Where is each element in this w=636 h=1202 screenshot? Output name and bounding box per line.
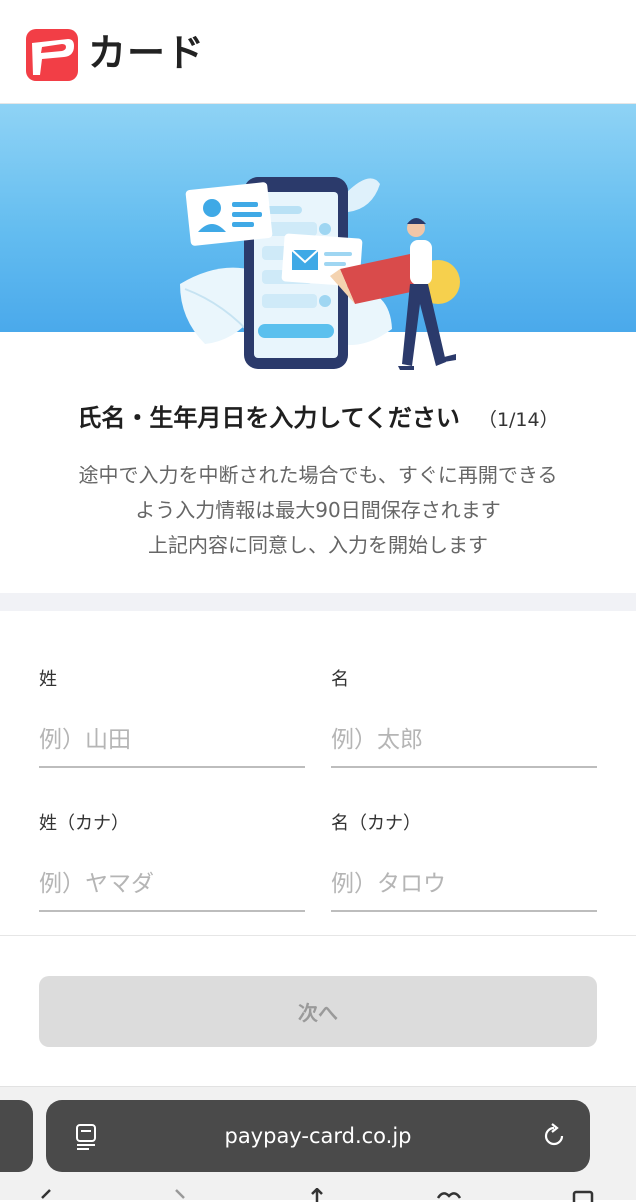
last-name-kana-label: 姓（カナ） (39, 813, 129, 834)
first-name-kana-label: 名（カナ） (331, 813, 421, 834)
url-text: paypay-card.co.jp (224, 1124, 412, 1148)
description-line: 途中で入力を中断された場合でも、すぐに再開できる (78, 463, 558, 487)
first-name-label: 名 (331, 669, 349, 690)
paypay-p-icon (32, 39, 74, 75)
description-line: よう入力情報は最大90日間保存されます (135, 498, 501, 522)
last-name-label: 姓 (39, 669, 57, 690)
form-divider (0, 935, 636, 936)
registration-illustration (180, 177, 460, 370)
paypay-logo-mark[interactable] (26, 29, 78, 81)
last-name-kana-input[interactable] (39, 866, 305, 912)
last-name-input[interactable] (39, 722, 305, 768)
reload-icon[interactable] (540, 1122, 568, 1150)
description-line: 上記内容に同意し、入力を開始します (148, 533, 488, 557)
logo-text: カード (88, 31, 206, 75)
hero-illustration (0, 104, 636, 374)
phone-button (258, 324, 334, 338)
section-divider (0, 593, 636, 611)
intro-heading: 氏名・生年月日を入力してください （1/14） (0, 398, 636, 433)
previous-tab-stub[interactable] (0, 1100, 33, 1172)
last-name-field: 姓 (39, 668, 305, 768)
step-indicator: （1/14） (477, 409, 559, 431)
intro-description: 途中で入力を中断された場合でも、すぐに再開できる よう入力情報は最大90日間保存… (0, 458, 636, 563)
leaf-top (345, 178, 380, 212)
address-bar[interactable]: paypay-card.co.jp (46, 1100, 590, 1172)
last-name-kana-field: 姓（カナ） (39, 812, 305, 912)
first-name-kana-input[interactable] (331, 866, 597, 912)
next-button[interactable]: 次へ (39, 976, 597, 1047)
page-title: 氏名・生年月日を入力してください (77, 404, 460, 432)
first-name-input[interactable] (331, 722, 597, 768)
first-name-kana-field: 名（カナ） (331, 812, 597, 912)
app-header: カード (0, 0, 636, 104)
first-name-field: 名 (331, 668, 597, 768)
